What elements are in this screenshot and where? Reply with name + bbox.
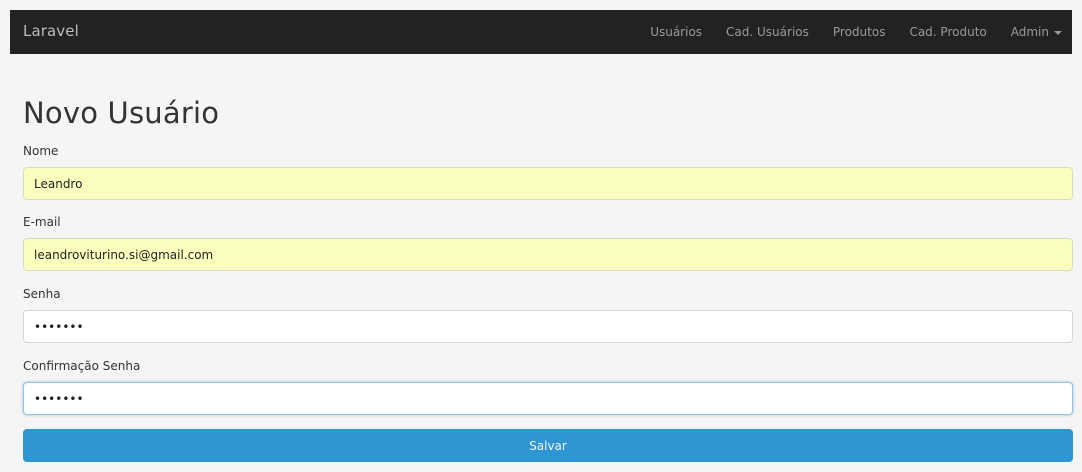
nav-link-usuarios[interactable]: Usuários <box>638 10 714 54</box>
senha-input[interactable] <box>23 310 1073 343</box>
nav-link-cad-usuarios[interactable]: Cad. Usuários <box>714 10 821 54</box>
top-navbar: Laravel Usuários Cad. Usuários Produtos … <box>10 10 1072 54</box>
nome-label: Nome <box>23 144 59 158</box>
confirmacao-senha-input[interactable] <box>23 382 1073 415</box>
page-title: Novo Usuário <box>23 96 220 130</box>
nav-links: Usuários Cad. Usuários Produtos Cad. Pro… <box>638 10 1072 54</box>
nome-input[interactable] <box>23 167 1073 200</box>
page: Laravel Usuários Cad. Usuários Produtos … <box>0 0 1082 472</box>
brand-link[interactable]: Laravel <box>23 22 79 40</box>
confirmacao-senha-label: Confirmação Senha <box>23 359 141 373</box>
senha-label: Senha <box>23 287 61 301</box>
caret-down-icon <box>1054 30 1062 35</box>
nav-link-cad-produto[interactable]: Cad. Produto <box>897 10 998 54</box>
email-input[interactable] <box>23 238 1073 271</box>
admin-dropdown[interactable]: Admin <box>999 10 1072 54</box>
nav-link-produtos[interactable]: Produtos <box>821 10 898 54</box>
admin-label: Admin <box>1010 25 1049 39</box>
salvar-button[interactable]: Salvar <box>23 429 1073 462</box>
email-label: E-mail <box>23 215 61 229</box>
